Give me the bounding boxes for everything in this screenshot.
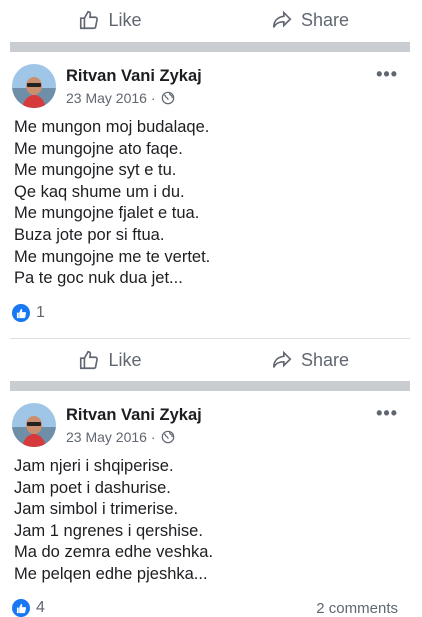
like-button[interactable]: Like xyxy=(10,9,210,31)
post-date[interactable]: 23 May 2016 · xyxy=(66,90,156,106)
post-line: Qe kaq shume um i du. xyxy=(14,182,185,201)
like-reaction-icon xyxy=(12,304,30,322)
post-text: Me mungon moj budalaqe. Me mungojne ato … xyxy=(14,117,210,290)
post-line: Jam simbol i trimerise. xyxy=(14,500,179,519)
reaction-summary[interactable]: 4 xyxy=(12,599,45,617)
post-author[interactable]: Ritvan Vani Zykaj xyxy=(66,406,202,425)
share-arrow-icon xyxy=(272,10,292,28)
post-line: Buza jote por si ftua. xyxy=(14,225,165,244)
post-line: Me pelqen edhe pjeshka... xyxy=(14,564,208,583)
like-reaction-icon xyxy=(12,599,30,617)
post-line: Jam njeri i shqiperise. xyxy=(14,457,174,475)
thumbs-up-icon xyxy=(80,350,99,370)
post-line: Me mungojne me te vertet. xyxy=(14,247,211,266)
share-button[interactable]: Share xyxy=(210,349,410,371)
post-line: Jam poet i dashurise. xyxy=(14,478,171,497)
post-line: Me mungojne ato faqe. xyxy=(14,139,183,158)
post-line: Pa te goc nuk dua jet... xyxy=(14,269,183,288)
divider xyxy=(10,338,410,339)
post-meta: 23 May 2016 · xyxy=(66,90,175,106)
post-divider xyxy=(0,42,422,52)
more-options-icon[interactable]: ••• xyxy=(376,403,398,424)
reaction-count: 4 xyxy=(36,599,45,616)
post-date[interactable]: 23 May 2016 · xyxy=(66,429,156,445)
post-line: Me mungojne fjalet e tua. xyxy=(14,204,200,223)
avatar[interactable] xyxy=(12,403,56,447)
share-label: Share xyxy=(300,9,350,30)
post-line: Me mungojne syt e tu. xyxy=(14,161,177,180)
thumbs-up-icon xyxy=(80,10,99,30)
more-options-icon[interactable]: ••• xyxy=(376,64,398,85)
action-bar: Like Share xyxy=(10,340,410,380)
reaction-count: 1 xyxy=(36,304,45,321)
like-button[interactable]: Like xyxy=(10,349,210,371)
post-line: Ma do zemra edhe veshka. xyxy=(14,543,214,562)
post-line: Me mungon moj budalaqe. xyxy=(14,118,210,136)
post-divider xyxy=(0,381,422,391)
like-label: Like xyxy=(108,9,142,30)
reaction-summary[interactable]: 1 xyxy=(12,304,45,322)
post-line: Jam 1 ngrenes i qershise. xyxy=(14,521,203,540)
share-button[interactable]: Share xyxy=(210,9,410,31)
post-meta: 23 May 2016 · xyxy=(66,429,175,445)
globe-icon xyxy=(161,430,174,444)
post-author[interactable]: Ritvan Vani Zykaj xyxy=(66,67,202,86)
like-label: Like xyxy=(108,349,142,370)
share-label: Share xyxy=(300,349,350,370)
action-bar-top: Like Share xyxy=(10,0,410,40)
globe-icon xyxy=(161,91,174,105)
avatar[interactable] xyxy=(12,64,56,108)
share-arrow-icon xyxy=(272,350,292,368)
post-text: Jam njeri i shqiperise. Jam poet i dashu… xyxy=(14,456,213,586)
comments-link[interactable]: 2 comments xyxy=(316,600,398,617)
